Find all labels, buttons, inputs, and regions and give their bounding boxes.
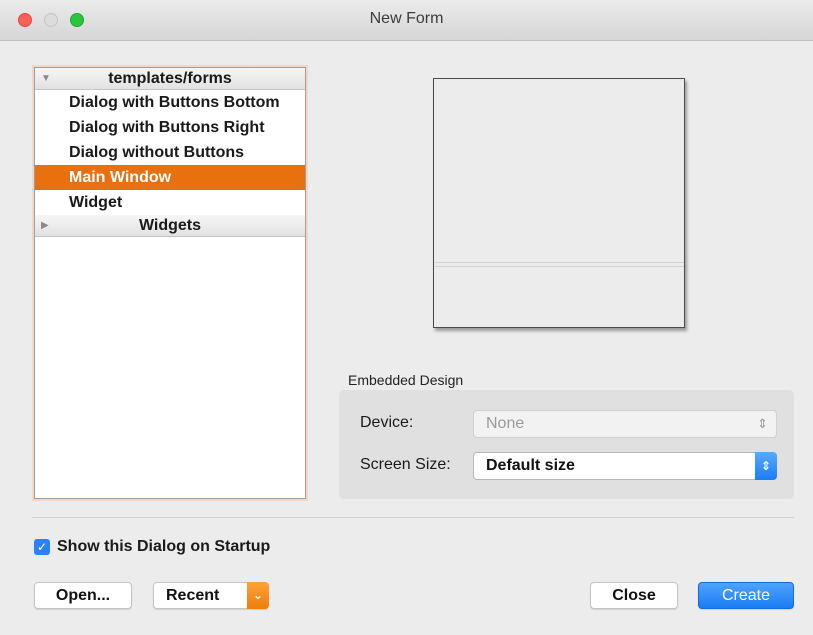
show-on-startup-checkbox[interactable]: ✓: [34, 539, 50, 555]
tree-group-templates-forms[interactable]: ▼ templates/forms: [35, 68, 305, 90]
tree-group-widgets[interactable]: ▶ Widgets: [35, 215, 305, 237]
create-button[interactable]: Create: [698, 582, 794, 609]
chevron-up-down-icon[interactable]: ⇕: [755, 452, 777, 480]
collapsed-triangle-icon[interactable]: ▶: [41, 215, 49, 236]
tree-group-label: Widgets: [138, 217, 202, 234]
tree-group-label: templates/forms: [108, 70, 232, 87]
screen-size-select[interactable]: Default size ⇕: [473, 452, 777, 480]
tree-item-main-window[interactable]: Main Window: [35, 165, 305, 190]
recent-button[interactable]: Recent ⌄: [153, 582, 269, 609]
screen-size-label: Screen Size:: [360, 456, 451, 473]
device-select-value: None: [486, 415, 525, 432]
open-button[interactable]: Open...: [34, 582, 132, 609]
embedded-design-group: Device: None ⇕ Screen Size: Default size…: [339, 390, 794, 499]
show-on-startup-label[interactable]: Show this Dialog on Startup: [57, 538, 270, 556]
device-label: Device:: [360, 414, 414, 431]
tree-item-dialog-buttons-bottom[interactable]: Dialog with Buttons Bottom: [35, 90, 305, 115]
device-select[interactable]: None ⇕: [473, 410, 777, 438]
tree-item-widget[interactable]: Widget: [35, 190, 305, 215]
chevron-up-down-icon: ⇕: [757, 416, 768, 431]
preview-divider: [434, 266, 684, 267]
template-tree[interactable]: ▼ templates/forms Dialog with Buttons Bo…: [32, 65, 308, 501]
close-button[interactable]: Close: [590, 582, 678, 609]
tree-item-dialog-without-buttons[interactable]: Dialog without Buttons: [35, 140, 305, 165]
embedded-design-label: Embedded Design: [348, 372, 464, 388]
chevron-down-icon[interactable]: ⌄: [247, 582, 269, 609]
separator: [32, 517, 794, 518]
window-title: New Form: [369, 10, 444, 27]
preview-divider: [434, 262, 684, 263]
form-preview: [433, 78, 685, 328]
title-bar: New Form: [0, 0, 813, 41]
screen-size-select-value: Default size: [486, 457, 575, 474]
tree-item-dialog-buttons-right[interactable]: Dialog with Buttons Right: [35, 115, 305, 140]
expanded-triangle-icon[interactable]: ▼: [41, 68, 51, 89]
recent-button-label: Recent: [166, 587, 220, 604]
